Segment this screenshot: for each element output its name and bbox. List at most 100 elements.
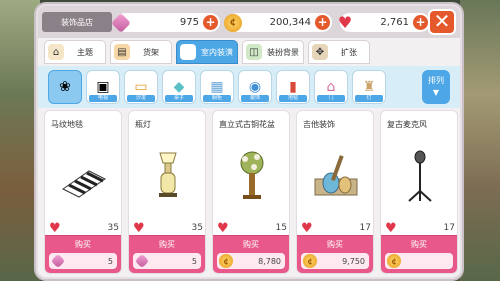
category-label: 装饰: [241, 95, 269, 102]
tab-expand[interactable]: ✥ 扩张: [308, 40, 370, 64]
tab-label: 扩张: [341, 47, 357, 57]
category-sofa[interactable]: ▭ 沙发: [124, 70, 158, 104]
category-table[interactable]: ◆ 桌子: [162, 70, 196, 104]
heart-icon: ♥: [133, 220, 145, 236]
price-value: 5: [107, 256, 113, 266]
heart-icon: ♥: [385, 220, 397, 236]
plant-icon: ❀: [59, 79, 71, 95]
price-tag: 5: [49, 253, 117, 269]
buy-label: 购买: [75, 240, 91, 249]
vintage-microphone-image: [408, 150, 432, 202]
item-name: 吉他装饰: [303, 120, 335, 129]
category-label: 电视: [89, 95, 117, 102]
price-tag: ¢: [385, 253, 453, 269]
buy-button[interactable]: 购买 5: [45, 235, 121, 273]
heart-icon: ♥: [337, 13, 353, 32]
chevron-down-icon: ▼: [432, 88, 440, 97]
close-button[interactable]: ✕: [428, 9, 456, 35]
add-coins-button[interactable]: +: [315, 15, 330, 30]
coin-amount: 200,344: [269, 17, 311, 28]
buy-label: 购买: [327, 240, 343, 249]
rug-icon: ▮: [289, 79, 297, 95]
expand-icon: ✥: [312, 44, 328, 60]
buy-label: 购买: [243, 240, 259, 249]
price-value: 5: [191, 256, 197, 266]
item-likes: ♥ 15: [217, 220, 287, 236]
price-tag: ¢ 9,750: [301, 253, 369, 269]
coin-icon: ¢: [387, 254, 401, 268]
likes-count: 35: [191, 223, 203, 233]
item-name: 复古麦克风: [387, 120, 427, 129]
price-value: 8,780: [258, 256, 281, 266]
item-card[interactable]: 直立式古铜花盆 ♥ 15 购买 ¢ 8,780: [212, 110, 290, 274]
price-value: 9,750: [342, 256, 365, 266]
tv-icon: ▣: [96, 79, 110, 95]
tab-shelves[interactable]: ▤ 货架: [110, 40, 172, 64]
item-name: 直立式古铜花盆: [219, 120, 275, 129]
zebra-rug-image: [62, 170, 106, 198]
category-tv[interactable]: ▣ 电视: [86, 70, 120, 104]
clock-icon: ◉: [248, 79, 262, 95]
coin-counter: ¢ 200,344 +: [224, 13, 332, 32]
tab-theme[interactable]: ⌂ 主题: [44, 40, 106, 64]
buy-button[interactable]: 购买 ¢ 8,780: [213, 235, 289, 273]
coin-icon: ¢: [303, 254, 317, 268]
sort-button[interactable]: 排列 ▼: [422, 70, 450, 104]
category-rug[interactable]: ▮ 地毯: [276, 70, 310, 104]
heart-icon: ♥: [217, 220, 229, 236]
item-name: 瓶灯: [135, 120, 151, 129]
sofa-icon: ▭: [134, 79, 148, 95]
buy-label: 购买: [159, 240, 175, 249]
item-card[interactable]: 瓶灯 ♥ 35 购买 5: [128, 110, 206, 274]
wallpaper-icon: ◫: [246, 44, 262, 60]
background-right-scenery: [460, 0, 500, 281]
item-card[interactable]: 马纹地毯 ♥ 35 购买 5: [44, 110, 122, 274]
category-label: 沙发: [127, 95, 155, 102]
item-list: 马纹地毯 ♥ 35 购买 5 瓶灯 ♥ 35 购买 5 直立式古铜花盆 ♥ 15…: [38, 110, 460, 277]
shelf-icon: ▤: [114, 44, 130, 60]
gem-counter: 975 +: [111, 12, 220, 33]
coin-icon: ¢: [224, 13, 242, 32]
shop-tabs: ⌂ 主题 ▤ 货架 🛋 室内装潢 ◫ 装扮背景 ✥ 扩张: [38, 40, 460, 66]
coin-icon: ¢: [219, 254, 233, 268]
item-likes: ♥ 17: [301, 220, 371, 236]
buy-button[interactable]: 购买 ¢ 9,750: [297, 235, 373, 273]
shop-title: 装饰品店: [42, 12, 112, 32]
tab-label: 货架: [143, 47, 159, 57]
item-likes: ♥ 35: [49, 221, 119, 236]
category-label: 橱柜: [203, 95, 231, 102]
category-lamp[interactable]: ♜ 灯: [352, 70, 386, 104]
category-label: 灯: [355, 95, 383, 102]
tab-label: 主题: [77, 47, 93, 57]
gem-amount: 975: [179, 17, 199, 28]
heart-icon: ♥: [301, 220, 313, 236]
price-tag: 5: [133, 253, 201, 269]
item-card[interactable]: 吉他装饰 ♥ 17 购买 ¢ 9,750: [296, 110, 374, 274]
gem-icon: [111, 12, 131, 33]
add-gems-button[interactable]: +: [203, 15, 218, 30]
category-cabinet[interactable]: ▦ 橱柜: [200, 70, 234, 104]
category-door[interactable]: ⌂ 门: [314, 70, 348, 104]
buy-button[interactable]: 购买 ¢: [381, 235, 457, 273]
category-strip: ❀ ▣ 电视 ▭ 沙发 ◆ 桌子 ▦ 橱柜 ◉ 装饰 ▮ 地毯 ⌂ 门 ♜ 灯 …: [38, 66, 460, 108]
likes-count: 35: [107, 223, 119, 233]
lamp-icon: ♜: [362, 79, 376, 95]
tab-interior[interactable]: 🛋 室内装潢: [176, 40, 238, 64]
price-tag: ¢ 8,780: [217, 253, 285, 269]
buy-button[interactable]: 购买 5: [129, 235, 205, 273]
category-label: 桌子: [165, 95, 193, 102]
door-icon: ⌂: [326, 79, 336, 95]
guitar-decor-image: [314, 155, 358, 196]
item-card[interactable]: 复古麦克风 ♥ 17 购买 ¢: [380, 110, 458, 274]
bottle-lamp-image: [159, 152, 177, 197]
add-hearts-button[interactable]: +: [413, 15, 428, 30]
tab-label: 室内装潢: [201, 47, 233, 57]
house-icon: ⌂: [48, 44, 64, 60]
category-plant[interactable]: ❀: [48, 70, 82, 104]
cabinet-icon: ▦: [210, 79, 224, 95]
heart-counter: ♥ 2,761 +: [338, 13, 430, 32]
tab-background[interactable]: ◫ 装扮背景: [242, 40, 304, 64]
category-decor[interactable]: ◉ 装饰: [238, 70, 272, 104]
item-likes: ♥ 35: [133, 220, 203, 236]
likes-count: 15: [275, 223, 287, 233]
